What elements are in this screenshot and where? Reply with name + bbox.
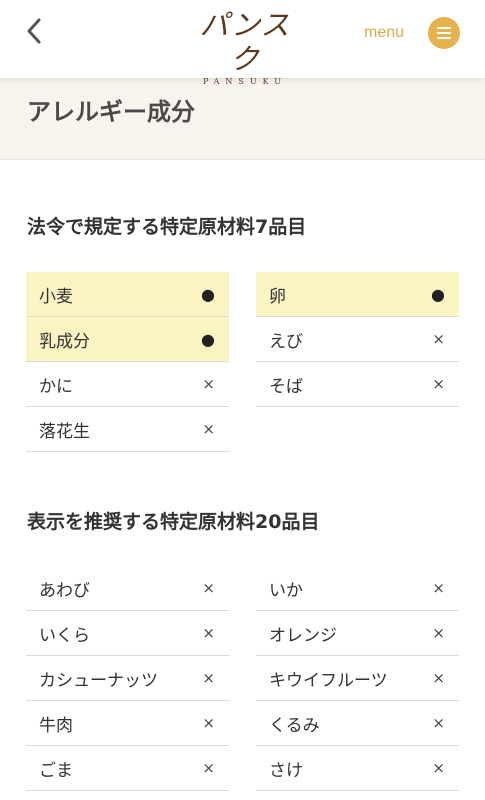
contains-mark: ● [201,329,215,349]
allergen-row: ごま × [26,746,229,791]
allergen-row: えび × [256,317,459,362]
not-contained-mark: × [202,759,215,777]
not-contained-mark: × [432,330,445,348]
allergen-row: くるみ × [256,701,459,746]
allergen-name: そば [269,376,303,397]
allergen-name: いか [269,580,303,601]
not-contained-mark: × [432,375,445,393]
allergen-row: 落花生 × [26,407,229,452]
logo-subtitle: PANSUKU [202,77,288,86]
allergen-name: さけ [269,760,303,781]
allergen-row: キウイフルーツ × [256,656,459,701]
contains-mark: ● [201,284,215,304]
not-contained-mark: × [432,759,445,777]
allergen-name: いくら [39,625,90,646]
contains-mark: ● [431,284,445,304]
allergen-row: 卵 ● [256,272,459,317]
allergen-name: えび [269,331,303,352]
logo-wordmark: パンスク [199,8,291,76]
not-contained-mark: × [432,714,445,732]
not-contained-mark: × [202,375,215,393]
allergen-row: さけ × [256,746,459,791]
not-contained-mark: × [202,624,215,642]
not-contained-mark: × [202,714,215,732]
not-contained-mark: × [432,624,445,642]
not-contained-mark: × [432,579,445,597]
menu-button[interactable] [428,17,460,49]
allergen-row: 牛肉 × [26,701,229,746]
allergen-name: かに [39,376,73,397]
back-button[interactable] [22,16,46,46]
menu-label[interactable]: menu [364,24,404,44]
allergen-row: 小麦 ● [26,272,229,317]
allergen-name: くるみ [269,715,320,736]
allergen-name: オレンジ [269,625,337,646]
chevron-left-icon [27,18,41,44]
app-header: パンスク PANSUKU menu [0,0,485,86]
allergen-row: オレンジ × [256,611,459,656]
allergen-row: カシューナッツ × [26,656,229,701]
allergen-row: かに × [26,362,229,407]
allergen-name: あわび [39,580,90,601]
allergen-row: 乳成分 ● [26,317,229,362]
allergen-name: 卵 [269,286,286,307]
section-heading-required: 法令で規定する特定原材料7品目 [27,216,307,238]
not-contained-mark: × [432,669,445,687]
allergen-name: カシューナッツ [39,670,158,691]
allergen-row: いくら × [26,611,229,656]
allergen-name: ごま [39,760,73,781]
not-contained-mark: × [202,420,215,438]
allergen-name: 乳成分 [39,331,90,352]
allergen-name: 牛肉 [39,715,73,736]
allergen-name: 小麦 [39,286,73,307]
section-heading-recommended: 表示を推奨する特定原材料20品目 [27,511,320,533]
allergen-row: そば × [256,362,459,407]
brand-logo[interactable]: パンスク PANSUKU [190,8,300,86]
allergen-name: 落花生 [39,421,90,442]
not-contained-mark: × [202,669,215,687]
hamburger-icon [437,27,451,39]
allergen-row: いか × [256,566,459,611]
page-title: アレルギー成分 [27,98,195,126]
not-contained-mark: × [202,579,215,597]
allergen-row: あわび × [26,566,229,611]
allergen-name: キウイフルーツ [269,670,388,691]
